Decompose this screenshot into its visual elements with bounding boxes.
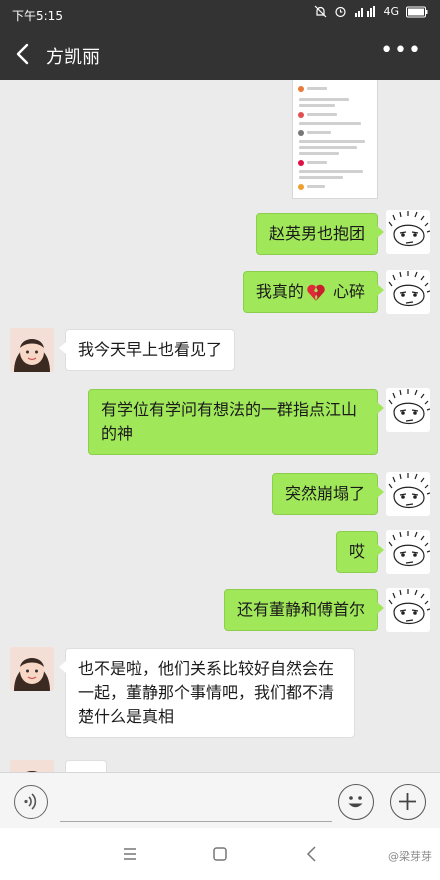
avatar-self[interactable]: [386, 270, 430, 314]
status-icons: 4G: [314, 5, 428, 18]
contact-photo-icon: [10, 647, 54, 691]
home-square-icon[interactable]: [210, 844, 230, 864]
screenshot-thumbnail[interactable]: [292, 80, 378, 199]
avatar-self[interactable]: [386, 530, 430, 574]
more-icon[interactable]: •••: [380, 38, 422, 63]
avatar-self[interactable]: [386, 588, 430, 632]
scribble-face-icon: [388, 271, 430, 307]
chevron-left-icon[interactable]: [10, 40, 36, 68]
avatar-self[interactable]: [386, 472, 430, 516]
avatar-self[interactable]: [386, 210, 430, 254]
message-bubble[interactable]: 有学位有学问有想法的一群指点江山的神: [88, 389, 384, 455]
alarm-icon: [335, 6, 347, 18]
input-bar: [0, 772, 440, 829]
more-actions-button[interactable]: [390, 784, 426, 820]
scribble-face-icon: [388, 473, 430, 509]
scribble-face-icon: [388, 531, 430, 567]
message-bubble[interactable]: 也不是啦，他们关系比较好自然会在一起，董静那个事情吧，我们都不清楚什么是真相: [59, 648, 355, 738]
message-text: 也不是啦，他们关系比较好自然会在一起，董静那个事情吧，我们都不清楚什么是真相: [78, 659, 335, 726]
scribble-face-icon: [388, 589, 430, 625]
message-bubble[interactable]: 还有董静和傅首尔: [223, 589, 385, 631]
message-text: 赵英男也抱团: [268, 224, 365, 243]
message-text: 突然崩塌了: [284, 484, 365, 503]
message-bubble[interactable]: [65, 760, 107, 772]
voice-icon: [24, 793, 37, 810]
mute-icon: [315, 5, 327, 18]
message-bubble[interactable]: 我真的 心碎: [242, 271, 385, 313]
message-bubble[interactable]: 哎: [335, 531, 385, 573]
chat-area[interactable]: 赵英男也抱团 我真的 心碎 我今天早上也看见了 有学位有学问有想法的一群指点江山…: [0, 80, 440, 772]
message-input[interactable]: [60, 785, 332, 822]
message-text-after: 心碎: [327, 282, 365, 301]
title-bar: 方凯丽 •••: [0, 28, 440, 80]
broken-heart-icon: [307, 284, 325, 301]
contact-photo-icon: [10, 328, 54, 372]
scribble-face-icon: [388, 211, 430, 247]
watermark: @梁芽芽: [388, 850, 432, 863]
network-type: 4G: [383, 5, 399, 18]
message-text: 有学位有学问有想法的一群指点江山的神: [101, 400, 358, 443]
avatar-self[interactable]: [386, 388, 430, 432]
status-time: 下午5:15: [12, 9, 63, 23]
emoji-icon: [348, 796, 363, 808]
contact-name: 方凯丽: [46, 47, 100, 68]
message-text-before: 我真的: [255, 282, 304, 301]
message-text: 还有董静和傅首尔: [236, 600, 365, 619]
avatar-contact[interactable]: [10, 647, 54, 691]
voice-button[interactable]: [14, 785, 48, 819]
avatar-contact[interactable]: [10, 328, 54, 372]
message-bubble[interactable]: 突然崩塌了: [271, 473, 385, 515]
status-bar: 下午5:15 4G: [0, 0, 440, 28]
contact-photo-icon: [10, 760, 54, 772]
message-bubble[interactable]: 我今天早上也看见了: [58, 329, 236, 371]
message-text: 我今天早上也看见了: [78, 340, 223, 359]
message-text: 哎: [348, 542, 365, 561]
plus-icon: [399, 793, 416, 810]
emoji-button[interactable]: [338, 784, 374, 820]
scribble-face-icon: [388, 389, 430, 425]
system-nav-bar: @梁芽芽: [0, 828, 440, 880]
message-bubble[interactable]: 赵英男也抱团: [255, 213, 385, 255]
battery-icon: [406, 6, 428, 17]
menu-icon[interactable]: [120, 844, 140, 864]
signal-icon: [355, 6, 376, 17]
avatar-contact[interactable]: [10, 760, 54, 772]
back-nav-icon[interactable]: [302, 844, 322, 864]
